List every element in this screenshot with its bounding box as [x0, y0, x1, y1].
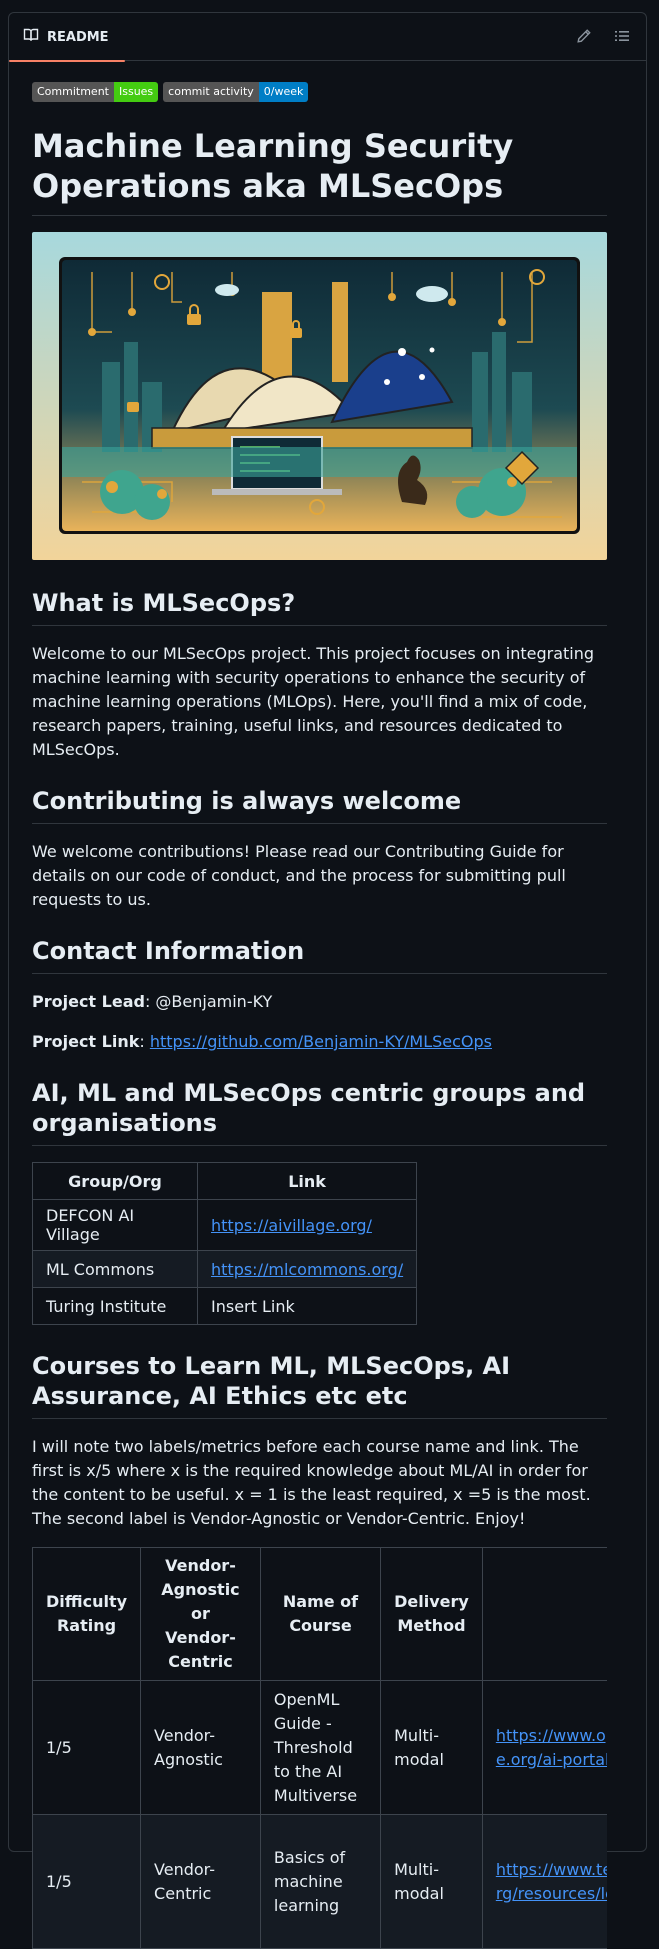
badge-value: 0/week: [258, 82, 309, 102]
outline-button[interactable]: [606, 25, 638, 51]
badge-row: Commitment Issues commit activity 0/week: [32, 82, 607, 102]
group-link-text: Insert Link: [196, 1287, 418, 1325]
course-name: OpenML Guide - Threshold to the AI Multi…: [259, 1680, 382, 1815]
table-header: Link: [196, 1162, 418, 1200]
edit-file-button[interactable]: [568, 25, 600, 51]
table-row: DEFCON AI Village https://aivillage.org/: [32, 1199, 418, 1251]
courses-table-scroller[interactable]: Difficulty Rating Vendor-Agnostic or Ven…: [32, 1547, 607, 1949]
course-link[interactable]: https://www.openmlguide.org/ai-portal-gu…: [496, 1726, 607, 1769]
course-link[interactable]: https://www.tensorflow.org/resources/lea…: [496, 1860, 607, 1903]
hero-illustration: [32, 232, 607, 560]
project-lead-line: Project Lead: @Benjamin-KY: [32, 990, 607, 1014]
commit-activity-badge[interactable]: commit activity 0/week: [163, 82, 309, 102]
group-link[interactable]: https://mlcommons.org/: [211, 1260, 403, 1279]
group-link-cell: https://mlcommons.org/: [196, 1250, 418, 1288]
tab-active-underline: [9, 60, 125, 62]
section-heading-contributing: Contributing is always welcome: [32, 786, 607, 824]
readme-header: README: [9, 13, 646, 62]
course-vendor: Vendor-Agnostic: [140, 1680, 261, 1815]
table-header: [481, 1547, 607, 1681]
table-header: Group/Org: [32, 1162, 198, 1200]
book-icon: [23, 27, 39, 47]
what-paragraph: Welcome to our MLSecOps project. This pr…: [32, 644, 595, 759]
courses-paragraph: I will note two labels/metrics before ea…: [32, 1437, 591, 1528]
contributing-paragraph: We welcome contributions! Please read ou…: [32, 842, 566, 909]
group-name: DEFCON AI Village: [32, 1199, 198, 1251]
tab-readme-label: README: [47, 29, 109, 45]
group-link-cell: https://aivillage.org/: [196, 1199, 418, 1251]
groups-table: Group/Org Link DEFCON AI Village https:/…: [32, 1162, 418, 1325]
list-icon: [614, 28, 630, 48]
badge-label: Commitment: [32, 82, 114, 102]
project-link-label: Project Link: [32, 1032, 140, 1051]
table-header: Vendor-Agnostic or Vendor-Centric: [140, 1547, 261, 1681]
commitment-badge[interactable]: Commitment Issues: [32, 82, 159, 102]
table-row: 1/5 Vendor-Agnostic OpenML Guide - Thres…: [32, 1680, 607, 1815]
readme-article: Commitment Issues commit activity 0/week…: [32, 82, 607, 1949]
project-link-sep: :: [139, 1032, 150, 1051]
table-header: Delivery Method: [380, 1547, 483, 1681]
table-header: Difficulty Rating: [32, 1547, 142, 1681]
table-header: Name of Course: [259, 1547, 382, 1681]
section-heading-courses: Courses to Learn ML, MLSecOps, AI Assura…: [32, 1351, 607, 1419]
project-link-line: Project Link: https://github.com/Benjami…: [32, 1030, 607, 1054]
table-row: Turing Institute Insert Link: [32, 1287, 418, 1325]
project-lead-value: : @Benjamin-KY: [144, 992, 273, 1011]
badge-value: Issues: [113, 82, 159, 102]
pencil-icon: [576, 28, 592, 48]
courses-table: Difficulty Rating Vendor-Agnostic or Ven…: [32, 1547, 607, 1949]
section-heading-groups: AI, ML and MLSecOps centric groups and o…: [32, 1078, 607, 1146]
course-method: Multi-modal: [380, 1680, 483, 1815]
page-title: Machine Learning Security Operations aka…: [32, 126, 607, 216]
tab-readme[interactable]: README: [9, 13, 125, 62]
group-name: Turing Institute: [32, 1287, 198, 1325]
badge-label: commit activity: [163, 82, 259, 102]
course-link-cell: https://www.openmlguide.org/ai-portal-gu…: [481, 1680, 607, 1815]
project-link[interactable]: https://github.com/Benjamin-KY/MLSecOps: [150, 1032, 492, 1051]
group-link[interactable]: https://aivillage.org/: [211, 1216, 372, 1235]
table-row: ML Commons https://mlcommons.org/: [32, 1250, 418, 1288]
group-name: ML Commons: [32, 1250, 198, 1288]
section-heading-contact: Contact Information: [32, 936, 607, 974]
section-heading-what: What is MLSecOps?: [32, 588, 607, 626]
project-lead-label: Project Lead: [32, 992, 145, 1011]
course-rating: 1/5: [32, 1680, 142, 1815]
